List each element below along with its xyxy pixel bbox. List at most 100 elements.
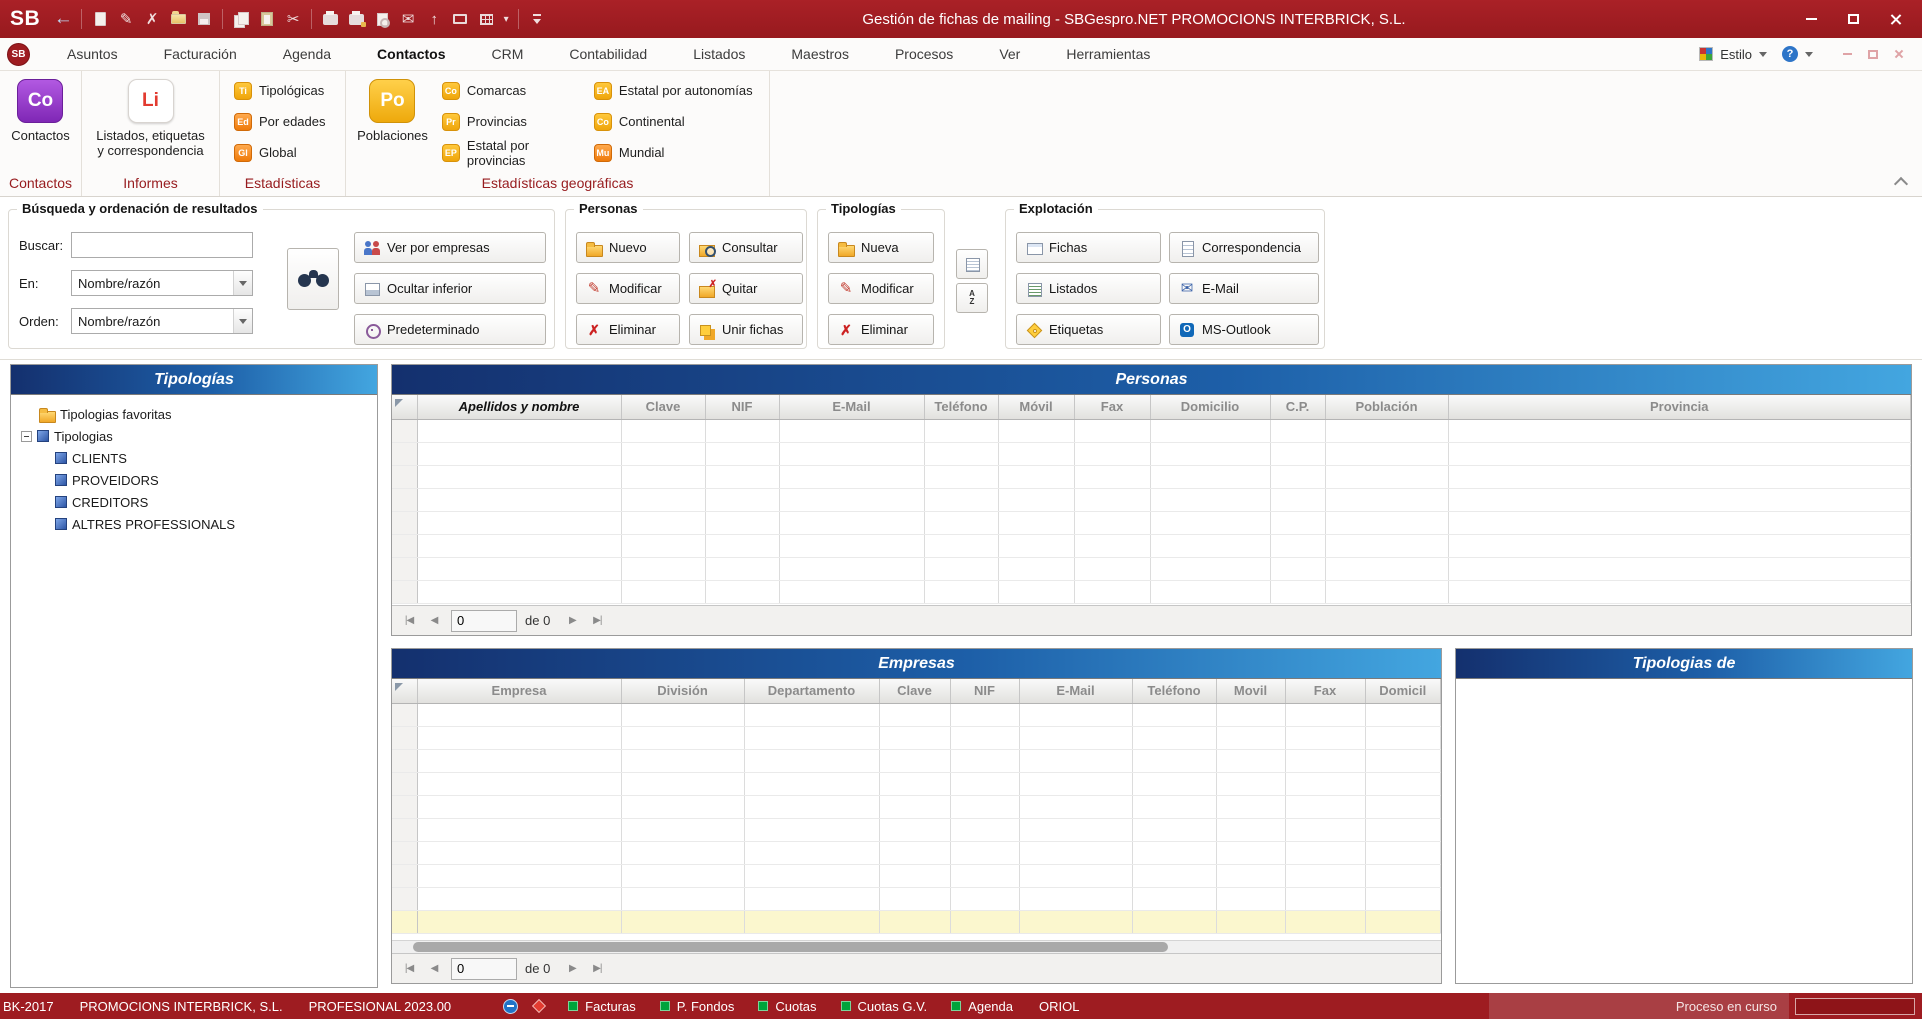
first-page-button[interactable]: |◀ [398, 958, 420, 980]
horizontal-scrollbar[interactable] [392, 940, 1441, 953]
column-header[interactable]: Departamento [744, 679, 879, 703]
email-button[interactable]: E-Mail [1169, 273, 1319, 304]
table-row[interactable] [392, 841, 1441, 864]
table-row[interactable] [392, 442, 1911, 465]
column-header[interactable]: Clave [879, 679, 950, 703]
last-page-button[interactable]: ▶| [586, 610, 608, 632]
style-selector[interactable]: Estilo [1720, 47, 1752, 62]
column-header[interactable]: Domicilio [1150, 395, 1270, 419]
combo-dropdown-button[interactable] [233, 271, 252, 295]
page-number-input[interactable] [451, 958, 517, 980]
column-header[interactable]: Provincia [1448, 395, 1911, 419]
table-row[interactable] [392, 864, 1441, 887]
tree-item-creditors[interactable]: CREDITORS [15, 491, 373, 513]
mdi-restore-button[interactable] [1860, 43, 1886, 65]
search-input[interactable] [71, 232, 253, 258]
combo-dropdown-button[interactable] [233, 309, 252, 333]
table-row[interactable] [392, 511, 1911, 534]
table-row[interactable] [392, 772, 1441, 795]
orden-select[interactable]: Nombre/razón [71, 308, 253, 334]
print-preview-icon[interactable] [369, 5, 395, 33]
column-header[interactable]: Fax [1074, 395, 1150, 419]
new-document-icon[interactable] [87, 5, 113, 33]
column-header[interactable]: E-Mail [1019, 679, 1132, 703]
tab-facturacion[interactable]: Facturación [141, 38, 260, 70]
module-agenda[interactable]: Agenda [951, 999, 1013, 1014]
tab-maestros[interactable]: Maestros [768, 38, 872, 70]
listados-etiquetas-button[interactable]: Li Listados, etiquetas y correspondencia [90, 75, 210, 158]
por-edades-button[interactable]: Ed Por edades [226, 106, 345, 137]
table-row[interactable] [392, 557, 1911, 580]
export-icon[interactable]: ↑ [421, 5, 447, 33]
table-row[interactable] [392, 465, 1911, 488]
table-row[interactable] [392, 818, 1441, 841]
column-header[interactable]: Población [1325, 395, 1448, 419]
new-record-row[interactable] [392, 910, 1441, 933]
edit-icon[interactable]: ✎ [113, 5, 139, 33]
column-header[interactable]: Teléfono [1132, 679, 1216, 703]
save-icon[interactable] [191, 5, 217, 33]
search-button[interactable] [287, 248, 339, 310]
prev-page-button[interactable]: ◀ [423, 958, 445, 980]
column-header[interactable]: NIF [950, 679, 1019, 703]
column-header[interactable]: Teléfono [924, 395, 998, 419]
eliminar-tipologia-button[interactable]: Eliminar [828, 314, 934, 345]
column-header[interactable]: División [621, 679, 744, 703]
nueva-tipologia-button[interactable]: Nueva [828, 232, 934, 263]
estatal-por-provincias-button[interactable]: EP Estatal por provincias [434, 137, 586, 168]
quitar-persona-button[interactable]: Quitar [689, 273, 803, 304]
module-cuotas[interactable]: Cuotas [758, 999, 816, 1014]
paste-icon[interactable] [254, 5, 280, 33]
grid-icon[interactable] [473, 5, 499, 33]
tree-item-proveidors[interactable]: PROVEIDORS [15, 469, 373, 491]
module-cuotas-gv[interactable]: Cuotas G.V. [841, 999, 928, 1014]
tree-item-clients[interactable]: CLIENTS [15, 447, 373, 469]
en-select[interactable]: Nombre/razón [71, 270, 253, 296]
tab-contactos[interactable]: Contactos [354, 38, 468, 70]
consultar-persona-button[interactable]: Consultar [689, 232, 803, 263]
assign-tipologias-button[interactable] [956, 249, 988, 279]
screen-icon[interactable] [447, 5, 473, 33]
table-row[interactable] [392, 749, 1441, 772]
table-row[interactable] [392, 726, 1441, 749]
tab-asuntos[interactable]: Asuntos [44, 38, 141, 70]
back-icon[interactable]: ← [50, 5, 76, 33]
tab-contabilidad[interactable]: Contabilidad [546, 38, 670, 70]
comarcas-button[interactable]: Co Comarcas [434, 75, 586, 106]
column-header[interactable]: Clave [621, 395, 705, 419]
table-row[interactable] [392, 419, 1911, 442]
last-page-button[interactable]: ▶| [586, 958, 608, 980]
unir-fichas-button[interactable]: Unir fichas [689, 314, 803, 345]
tree-item-altres-professionals[interactable]: ALTRES PROFESSIONALS [15, 513, 373, 535]
fichas-button[interactable]: Fichas [1016, 232, 1161, 263]
collapse-ribbon-icon[interactable] [1896, 176, 1906, 186]
mdi-close-button[interactable] [1886, 43, 1912, 65]
select-all-corner[interactable] [392, 679, 417, 703]
ms-outlook-button[interactable]: MS-Outlook [1169, 314, 1319, 345]
column-header[interactable]: Domicil [1365, 679, 1441, 703]
column-header[interactable]: Empresa [417, 679, 621, 703]
tab-agenda[interactable]: Agenda [260, 38, 354, 70]
column-header[interactable]: NIF [705, 395, 779, 419]
contactos-button[interactable]: Co Contactos [5, 75, 76, 143]
mdi-minimize-button[interactable] [1834, 43, 1860, 65]
select-all-corner[interactable] [392, 395, 417, 419]
column-header[interactable]: C.P. [1270, 395, 1325, 419]
copy-icon[interactable] [228, 5, 254, 33]
help-icon[interactable]: ? [1782, 46, 1798, 62]
provincias-button[interactable]: Pr Provincias [434, 106, 586, 137]
tab-crm[interactable]: CRM [468, 38, 546, 70]
maximize-button[interactable] [1832, 4, 1874, 34]
table-row[interactable] [392, 580, 1911, 603]
tab-ver[interactable]: Ver [976, 38, 1043, 70]
page-number-input[interactable] [451, 610, 517, 632]
eliminar-persona-button[interactable]: Eliminar [576, 314, 680, 345]
table-row[interactable] [392, 534, 1911, 557]
nuevo-persona-button[interactable]: Nuevo [576, 232, 680, 263]
modificar-persona-button[interactable]: Modificar [576, 273, 680, 304]
cut-icon[interactable]: ✂ [280, 5, 306, 33]
close-button[interactable] [1874, 4, 1916, 34]
tab-procesos[interactable]: Procesos [872, 38, 976, 70]
listados-button[interactable]: Listados [1016, 273, 1161, 304]
correspondencia-button[interactable]: Correspondencia [1169, 232, 1319, 263]
